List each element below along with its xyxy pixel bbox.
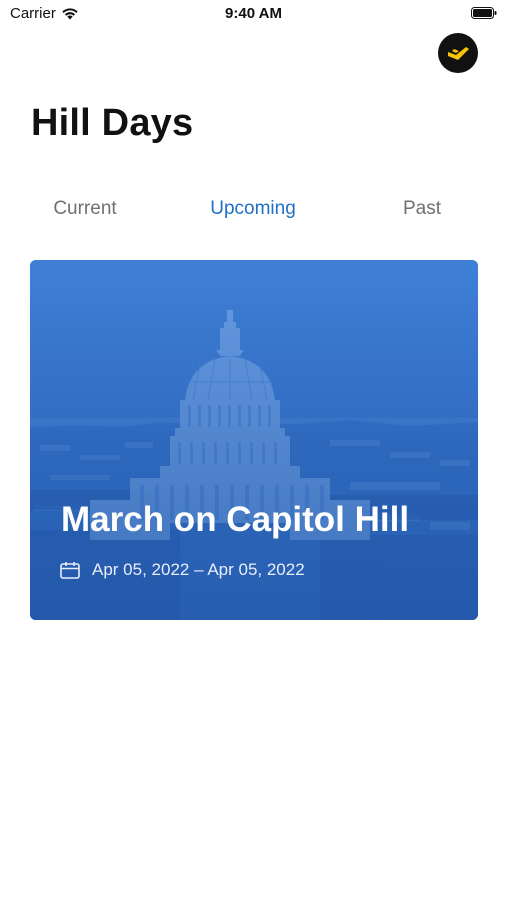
lightning-logo-icon bbox=[448, 47, 469, 60]
event-card[interactable]: March on Capitol Hill Apr 05, 2022 – Apr… bbox=[30, 260, 478, 620]
event-date-row: Apr 05, 2022 – Apr 05, 2022 bbox=[60, 560, 305, 580]
screen: Carrier 9:40 AM Hill Days Current Upcomi… bbox=[0, 0, 507, 900]
calendar-icon bbox=[60, 562, 80, 579]
battery-icon bbox=[471, 7, 497, 19]
status-time: 9:40 AM bbox=[225, 5, 282, 22]
status-bar: Carrier 9:40 AM bbox=[0, 0, 507, 28]
page-title: Hill Days bbox=[31, 102, 194, 144]
profile-avatar-button[interactable] bbox=[438, 33, 478, 73]
event-date-range: Apr 05, 2022 – Apr 05, 2022 bbox=[92, 560, 305, 579]
tab-current[interactable]: Current bbox=[53, 198, 116, 220]
tab-upcoming[interactable]: Upcoming bbox=[210, 198, 296, 220]
tab-past[interactable]: Past bbox=[403, 198, 441, 220]
tab-bar: Current Upcoming Past bbox=[0, 198, 507, 226]
event-title: March on Capitol Hill bbox=[61, 500, 410, 539]
